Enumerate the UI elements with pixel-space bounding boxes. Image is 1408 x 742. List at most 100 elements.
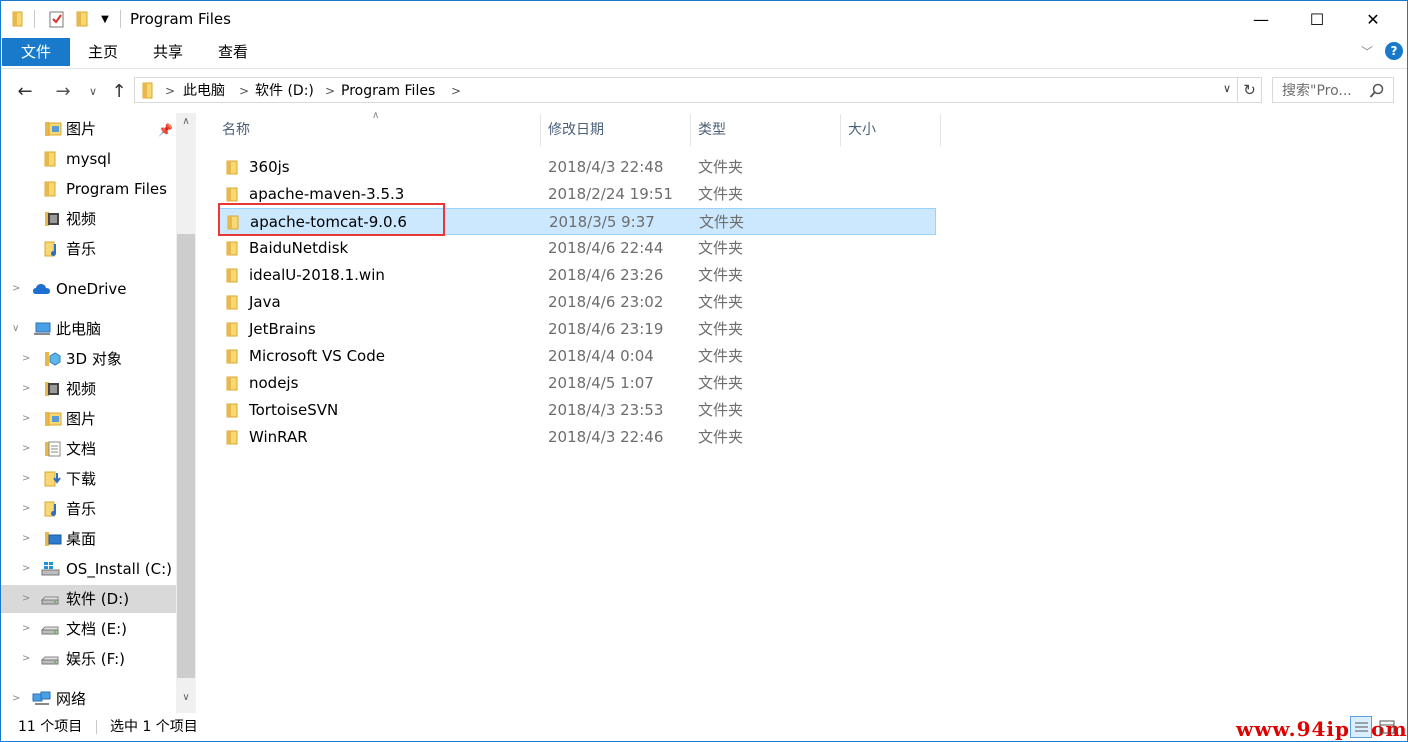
breadcrumb-chevron-icon[interactable]: > (165, 82, 175, 100)
expand-chevron-icon[interactable]: > (22, 383, 30, 394)
expand-chevron-icon[interactable]: > (22, 413, 30, 424)
address-history-dropdown-icon[interactable]: ∨ (1223, 82, 1231, 95)
breadcrumb-chevron-icon[interactable]: > (325, 82, 335, 100)
tab-home[interactable]: 主页 (72, 38, 134, 66)
folder-icon[interactable] (10, 9, 28, 29)
expand-chevron-icon[interactable]: > (22, 593, 30, 604)
expand-chevron-icon[interactable]: > (22, 533, 30, 544)
sidebar-item-drive-f[interactable]: > 娱乐 (F:) (0, 645, 176, 673)
expand-chevron-icon[interactable]: > (12, 693, 20, 704)
pin-icon[interactable]: 📌 (158, 123, 173, 137)
3d-objects-icon (44, 351, 62, 367)
drive-icon (40, 621, 59, 637)
sidebar-item-pictures-pinned[interactable]: 图片 📌 (0, 115, 176, 143)
file-row[interactable]: apache-tomcat-9.0.6 2018/3/5 9:37 文件夹 (218, 208, 936, 235)
breadcrumb-drive-d[interactable]: 软件 (D:) (255, 82, 314, 100)
file-row[interactable]: WinRAR 2018/4/3 22:46 文件夹 (218, 424, 936, 451)
file-row[interactable]: nodejs 2018/4/5 1:07 文件夹 (218, 370, 936, 397)
sidebar-item-this-pc[interactable]: ∨ 此电脑 (0, 315, 176, 343)
sidebar-item-music[interactable]: 音乐 (0, 235, 176, 263)
column-header-date[interactable]: 修改日期 (540, 114, 690, 146)
sidebar-item-downloads[interactable]: > 下载 (0, 465, 176, 493)
sidebar-item-label: 图片 (66, 410, 97, 428)
file-row[interactable]: Microsoft VS Code 2018/4/4 0:04 文件夹 (218, 343, 936, 370)
sidebar-item-drive-e[interactable]: > 文档 (E:) (0, 615, 176, 643)
breadcrumb-chevron-icon[interactable]: > (239, 82, 249, 100)
file-row[interactable]: TortoiseSVN 2018/4/3 23:53 文件夹 (218, 397, 936, 424)
file-type: 文件夹 (698, 158, 744, 176)
search-box[interactable]: 搜索"Pro... (1272, 77, 1394, 103)
sidebar-item-music-pc[interactable]: > 音乐 (0, 495, 176, 523)
maximize-button[interactable]: ☐ (1294, 0, 1340, 38)
sidebar-item-mysql[interactable]: mysql (0, 145, 176, 173)
sidebar-item-3d-objects[interactable]: > 3D 对象 (0, 345, 176, 373)
expand-chevron-icon[interactable]: > (22, 623, 30, 634)
address-bar[interactable]: > 此电脑 > 软件 (D:) > Program Files > ∨ (134, 77, 1238, 103)
column-header-name[interactable]: 名称 (214, 114, 540, 146)
sidebar-item-onedrive[interactable]: > OneDrive (0, 275, 176, 303)
large-icons-view-button[interactable] (1376, 716, 1398, 738)
properties-icon[interactable] (48, 9, 66, 29)
expand-chevron-icon[interactable]: > (22, 443, 30, 454)
column-header-type[interactable]: 类型 (690, 114, 840, 146)
sidebar-item-drive-d[interactable]: > 软件 (D:) (0, 585, 176, 613)
status-bar: 11 个项目 选中 1 个项目 (0, 714, 1408, 740)
minimize-button[interactable]: — (1238, 0, 1284, 38)
expand-chevron-icon[interactable]: > (22, 503, 30, 514)
sidebar-item-pictures-pc[interactable]: > 图片 (0, 405, 176, 433)
up-button[interactable]: ↑ (106, 78, 132, 104)
scrollbar-thumb[interactable] (177, 234, 195, 678)
sidebar-item-desktop[interactable]: > 桌面 (0, 525, 176, 553)
toolbar-divider (34, 10, 35, 28)
file-modified-date: 2018/4/5 1:07 (548, 374, 654, 392)
help-icon[interactable]: ? (1385, 42, 1403, 60)
expand-chevron-icon[interactable]: > (12, 283, 20, 294)
file-row[interactable]: idealU-2018.1.win 2018/4/6 23:26 文件夹 (218, 262, 936, 289)
file-type: 文件夹 (698, 428, 744, 446)
expand-chevron-icon[interactable]: > (22, 563, 30, 574)
file-row[interactable]: Java 2018/4/6 23:02 文件夹 (218, 289, 936, 316)
file-row[interactable]: apache-maven-3.5.3 2018/2/24 19:51 文件夹 (218, 181, 936, 208)
new-folder-icon[interactable] (74, 9, 92, 29)
sidebar-item-videos[interactable]: 视频 (0, 205, 176, 233)
tab-file[interactable]: 文件 (2, 38, 70, 66)
tab-share[interactable]: 共享 (134, 38, 202, 66)
file-type: 文件夹 (699, 213, 745, 231)
large-icons-view-icon (1379, 720, 1395, 734)
expand-chevron-icon[interactable]: > (22, 473, 30, 484)
recent-locations-button[interactable]: ∨ (82, 78, 104, 104)
sidebar-item-label: 音乐 (66, 240, 97, 258)
customize-dropdown-icon[interactable]: ▼ (98, 9, 112, 29)
scroll-up-arrow-icon[interactable]: ∧ (178, 116, 194, 132)
sidebar-item-documents[interactable]: > 文档 (0, 435, 176, 463)
breadcrumb-program-files[interactable]: Program Files (341, 82, 435, 100)
expand-chevron-icon[interactable]: > (22, 353, 30, 364)
close-button[interactable]: ✕ (1350, 0, 1396, 38)
breadcrumb-chevron-icon[interactable]: > (451, 82, 461, 100)
downloads-folder-icon (44, 471, 62, 487)
sidebar-item-drive-c[interactable]: > OS_Install (C:) (0, 555, 176, 583)
folder-icon (226, 349, 242, 368)
details-view-icon (1355, 722, 1368, 732)
file-row[interactable]: 360js 2018/4/3 22:48 文件夹 (218, 154, 936, 181)
scroll-down-arrow-icon[interactable]: ∨ (178, 692, 194, 708)
details-view-button[interactable] (1350, 716, 1372, 738)
refresh-button[interactable]: ↻ (1238, 77, 1262, 103)
file-row[interactable]: JetBrains 2018/4/6 23:19 文件夹 (218, 316, 936, 343)
expand-chevron-icon[interactable]: > (22, 653, 30, 664)
pictures-folder-icon (44, 121, 62, 137)
file-modified-date: 2018/4/6 23:26 (548, 266, 664, 284)
search-input[interactable]: 搜索"Pro... (1282, 82, 1352, 100)
column-header-size[interactable]: 大小 (840, 114, 940, 146)
sidebar-item-videos-pc[interactable]: > 视频 (0, 375, 176, 403)
tab-view[interactable]: 查看 (202, 38, 264, 66)
sidebar-item-network[interactable]: > 网络 (0, 685, 176, 713)
back-button[interactable]: ← (12, 78, 38, 104)
sidebar-item-program-files[interactable]: Program Files (0, 175, 176, 203)
collapse-chevron-icon[interactable]: ∨ (12, 323, 19, 334)
expand-ribbon-chevron-icon[interactable]: ﹀ (1358, 43, 1376, 61)
forward-button[interactable]: → (50, 78, 76, 104)
breadcrumb-this-pc[interactable]: 此电脑 (183, 82, 225, 100)
file-row[interactable]: BaiduNetdisk 2018/4/6 22:44 文件夹 (218, 235, 936, 262)
column-divider[interactable] (940, 114, 941, 146)
